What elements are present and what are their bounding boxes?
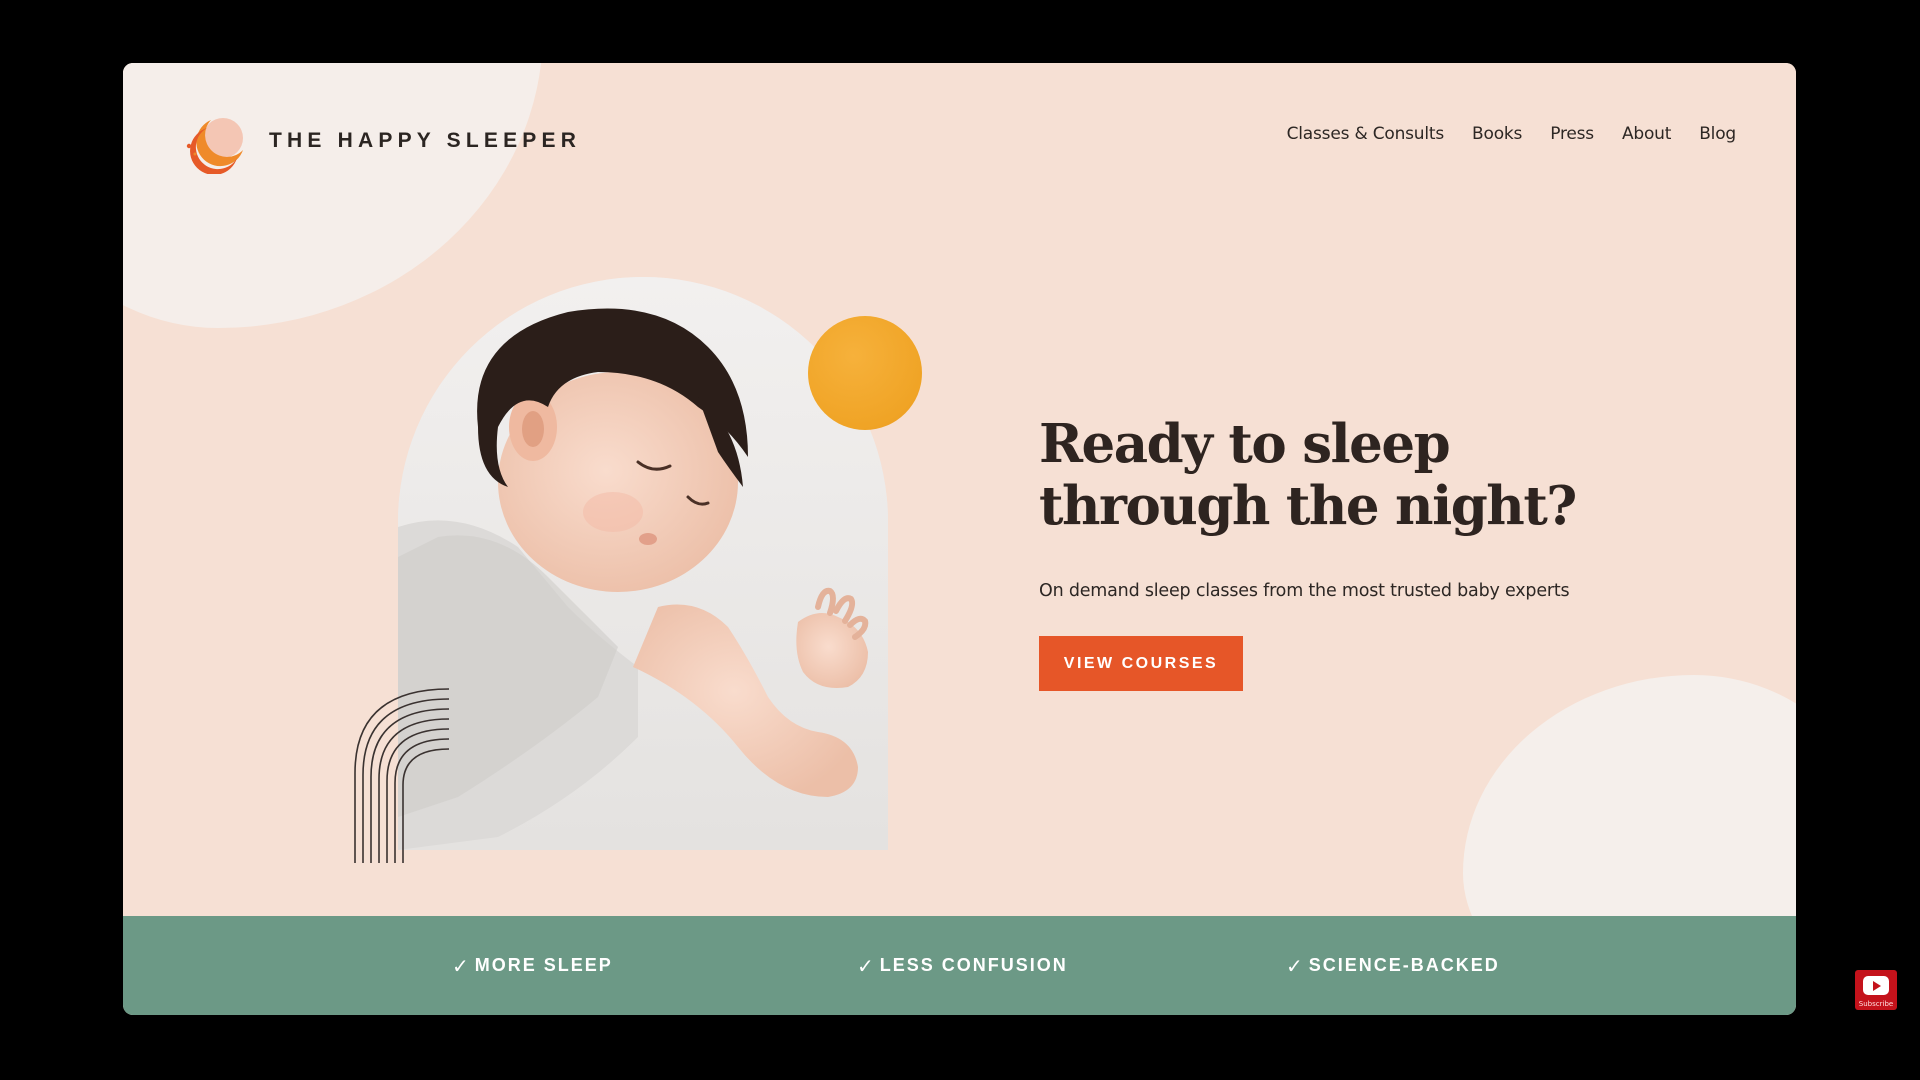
rainbow-arches-decoration bbox=[354, 688, 450, 863]
brand-name: THE HAPPY SLEEPER bbox=[269, 129, 582, 152]
benefit-label: MORE SLEEP bbox=[474, 955, 613, 975]
youtube-play-icon bbox=[1863, 976, 1889, 995]
crescent-moon-icon bbox=[186, 118, 243, 174]
hero-subtitle: On demand sleep classes from the most tr… bbox=[1039, 581, 1570, 601]
orange-sun-decoration bbox=[808, 316, 922, 430]
headline-line-2: through the night? bbox=[1039, 475, 1577, 537]
subscribe-label: Subscribe bbox=[1858, 1000, 1894, 1008]
headline-line-1: Ready to sleep bbox=[1039, 413, 1451, 475]
benefits-strip: ✓ MORE SLEEP ✓ LESS CONFUSION ✓ SCIENCE-… bbox=[123, 916, 1796, 1015]
nav-item-classes-consults[interactable]: Classes & Consults bbox=[1287, 124, 1445, 144]
benefit-label: SCIENCE-BACKED bbox=[1308, 955, 1500, 975]
check-icon: ✓ bbox=[857, 953, 876, 978]
nav-item-about[interactable]: About bbox=[1622, 124, 1671, 144]
benefit-less-confusion: ✓ LESS CONFUSION bbox=[857, 916, 1068, 1015]
view-courses-button[interactable]: VIEW COURSES bbox=[1039, 636, 1243, 691]
main-nav: Classes & Consults Books Press About Blo… bbox=[1287, 124, 1737, 144]
benefit-more-sleep: ✓ MORE SLEEP bbox=[452, 916, 613, 1015]
benefit-label: LESS CONFUSION bbox=[879, 955, 1068, 975]
hero-headline: Ready to sleep through the night? bbox=[1039, 413, 1659, 537]
check-icon: ✓ bbox=[452, 953, 471, 978]
benefit-science-backed: ✓ SCIENCE-BACKED bbox=[1286, 916, 1500, 1015]
website-frame: THE HAPPY SLEEPER Classes & Consults Boo… bbox=[123, 63, 1796, 1015]
hero-section: THE HAPPY SLEEPER Classes & Consults Boo… bbox=[123, 63, 1796, 916]
decorative-blob bbox=[1463, 675, 1796, 916]
brand-logo[interactable]: THE HAPPY SLEEPER bbox=[181, 108, 581, 174]
youtube-subscribe-button[interactable]: Subscribe bbox=[1855, 970, 1897, 1010]
nav-item-books[interactable]: Books bbox=[1472, 124, 1522, 144]
nav-item-press[interactable]: Press bbox=[1550, 124, 1594, 144]
nav-item-blog[interactable]: Blog bbox=[1699, 124, 1736, 144]
check-icon: ✓ bbox=[1286, 953, 1305, 978]
